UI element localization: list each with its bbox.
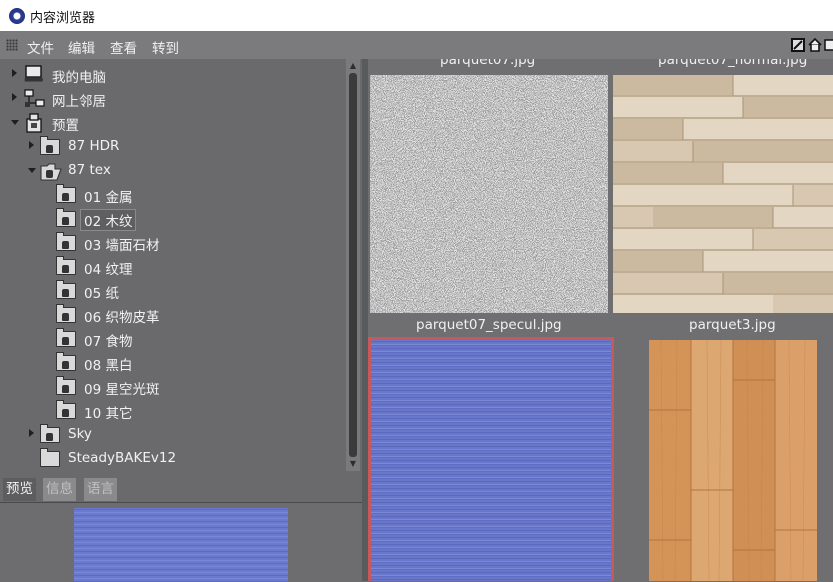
tree-item-label: 03 墙面石材 xyxy=(84,238,160,254)
tree-item-sky[interactable]: Sky xyxy=(0,422,346,446)
thumbnail-parquet07-specul[interactable] xyxy=(370,75,608,313)
tree-item-06[interactable]: 06 织物皮革 xyxy=(0,302,346,326)
tree-item-label: 我的电脑 xyxy=(52,70,106,86)
tree-item-87-tex[interactable]: 87 tex xyxy=(0,158,346,182)
tree-item-01[interactable]: 01 金属 xyxy=(0,182,346,206)
tree-item-08[interactable]: 08 黑白 xyxy=(0,350,346,374)
tree-item-label: 01 金属 xyxy=(84,190,133,206)
tree-item-09[interactable]: 09 星空光斑 xyxy=(0,374,346,398)
tree-item-label: 04 纹理 xyxy=(84,262,133,278)
thumbnail-parquet3[interactable] xyxy=(649,340,817,581)
tree-item-label: 07 食物 xyxy=(84,334,133,350)
preset-icon xyxy=(24,113,44,133)
menu-view[interactable]: 查看 xyxy=(110,37,137,57)
locked-folder-icon xyxy=(56,304,76,323)
menu-edit[interactable]: 编辑 xyxy=(68,37,95,57)
cinema4d-app-icon xyxy=(9,8,25,24)
home-icon[interactable] xyxy=(808,38,822,52)
network-icon xyxy=(24,89,45,107)
tree-item-label: 网上邻居 xyxy=(52,94,106,110)
menu-file[interactable]: 文件 xyxy=(27,37,54,57)
tree-item-my-computer[interactable]: 我的电脑 xyxy=(0,62,346,86)
thumbnail-parquet07-normal[interactable] xyxy=(613,75,833,313)
tree-scrollbar[interactable]: ▲ ▼ xyxy=(346,59,360,471)
folder-tree: 我的电脑 网上邻居 预置 87 HDR 87 tex 01 金属 02 木纹 0… xyxy=(0,59,346,471)
window-title: 内容浏览器 xyxy=(30,11,96,26)
tree-item-label: 87 tex xyxy=(68,162,111,178)
locked-folder-icon xyxy=(56,376,76,395)
locked-folder-icon xyxy=(56,328,76,347)
tree-item-label: Sky xyxy=(68,426,92,442)
locked-folder-icon xyxy=(56,184,76,203)
tree-item-03[interactable]: 03 墙面石材 xyxy=(0,230,346,254)
open-locked-folder-icon xyxy=(40,161,62,181)
tree-item-label: 10 其它 xyxy=(84,406,133,422)
thumb-caption-parquet07-specul: parquet07_specul.jpg xyxy=(416,317,562,333)
tree-item-label: SteadyBAKEv12 xyxy=(68,450,177,466)
tab-info[interactable]: 信息 xyxy=(43,478,76,501)
tree-item-05[interactable]: 05 纸 xyxy=(0,278,346,302)
collapse-arrow-icon[interactable] xyxy=(11,120,19,125)
tree-item-label: 05 纸 xyxy=(84,286,119,302)
thumb-caption-parquet3: parquet3.jpg xyxy=(689,317,776,333)
tree-item-presets[interactable]: 预置 xyxy=(0,110,346,134)
tab-language[interactable]: 语言 xyxy=(84,478,117,501)
tree-item-87-hdr[interactable]: 87 HDR xyxy=(0,134,346,158)
scrollbar-thumb[interactable] xyxy=(349,73,357,457)
tree-item-label: 06 织物皮革 xyxy=(84,310,160,326)
expand-arrow-icon[interactable] xyxy=(12,93,17,101)
tree-item-label: 87 HDR xyxy=(68,138,120,154)
folder-icon xyxy=(40,448,60,467)
tree-item-10[interactable]: 10 其它 xyxy=(0,398,346,422)
tree-item-label: 预置 xyxy=(52,118,79,134)
left-pane: 我的电脑 网上邻居 预置 87 HDR 87 tex 01 金属 02 木纹 0… xyxy=(0,59,362,582)
tree-item-steadybake[interactable]: SteadyBAKEv12 xyxy=(0,446,346,470)
scroll-down-icon[interactable]: ▼ xyxy=(348,459,358,469)
thumb-caption-parquet07: parquet07.jpg xyxy=(440,59,536,68)
title-bar: 内容浏览器 xyxy=(0,0,833,31)
locked-folder-icon xyxy=(56,232,76,251)
expand-arrow-icon[interactable] xyxy=(12,69,17,77)
locked-folder-icon xyxy=(56,352,76,371)
locked-folder-icon xyxy=(40,136,60,155)
menu-icon[interactable] xyxy=(824,38,833,52)
thumbnail-grid: parquet07.jpg parquet07_normal.jpg parqu… xyxy=(368,59,833,581)
tree-item-07[interactable]: 07 食物 xyxy=(0,326,346,350)
edit-icon[interactable] xyxy=(791,38,805,52)
tree-item-network[interactable]: 网上邻居 xyxy=(0,86,346,110)
expand-arrow-icon[interactable] xyxy=(29,429,34,437)
locked-folder-icon xyxy=(56,400,76,419)
tree-item-02-selected[interactable]: 02 木纹 xyxy=(0,206,346,231)
menu-bar: 文件 编辑 查看 转到 xyxy=(0,31,833,59)
collapse-arrow-icon[interactable] xyxy=(28,168,36,173)
preview-image xyxy=(74,508,288,582)
thumbnail-selected-normal-map[interactable] xyxy=(371,340,611,581)
tab-preview[interactable]: 预览 xyxy=(3,478,36,501)
locked-folder-icon xyxy=(56,208,76,227)
menu-goto[interactable]: 转到 xyxy=(152,37,179,57)
tree-item-04[interactable]: 04 纹理 xyxy=(0,254,346,278)
locked-folder-icon xyxy=(40,424,60,443)
preview-panel xyxy=(0,502,362,582)
tree-item-label: 08 黑白 xyxy=(84,358,133,374)
expand-arrow-icon[interactable] xyxy=(29,141,34,149)
info-tabs: 预览 信息 语言 xyxy=(0,478,362,502)
tree-item-label: 02 木纹 xyxy=(80,209,137,231)
locked-folder-icon xyxy=(56,256,76,275)
computer-icon xyxy=(24,65,44,83)
scroll-up-icon[interactable]: ▲ xyxy=(348,61,358,71)
locked-folder-icon xyxy=(56,280,76,299)
drag-grip-icon[interactable] xyxy=(6,39,18,51)
tree-item-label: 09 星空光斑 xyxy=(84,382,160,398)
thumb-caption-parquet07-normal: parquet07_normal.jpg xyxy=(658,59,808,68)
